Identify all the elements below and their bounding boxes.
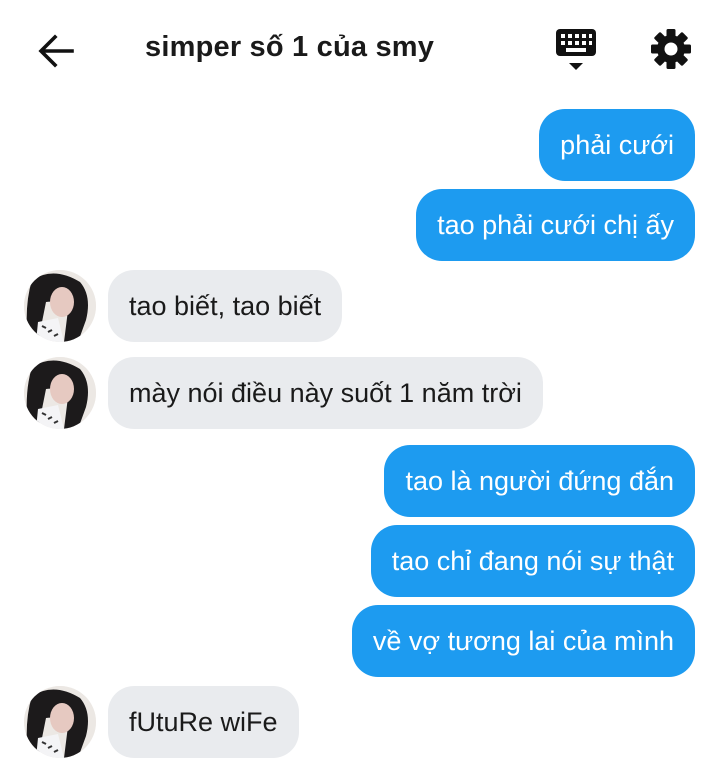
arrow-left-icon	[38, 34, 74, 68]
avatar-photo-icon	[24, 357, 96, 429]
outgoing-message[interactable]: tao phải cưới chị ấy	[416, 189, 695, 261]
keyboard-button[interactable]	[553, 26, 599, 74]
incoming-message[interactable]: tao biết, tao biết	[108, 270, 343, 342]
conversation-title: simper số 1 của smy	[145, 31, 435, 63]
outgoing-message[interactable]: tao chỉ đang nói sự thật	[370, 525, 695, 597]
contact-avatar[interactable]	[24, 686, 96, 758]
contact-avatar[interactable]	[24, 270, 96, 342]
back-button[interactable]	[30, 28, 82, 74]
contact-avatar[interactable]	[24, 357, 96, 429]
incoming-message[interactable]: mày nói điều này suốt 1 năm trời	[108, 357, 543, 429]
chat-header: simper số 1 của smy	[0, 0, 720, 100]
keyboard-icon	[556, 29, 596, 70]
settings-button[interactable]	[648, 26, 694, 72]
incoming-message[interactable]: fUtuRe wiFe	[108, 686, 299, 758]
avatar-photo-icon	[24, 686, 96, 758]
gear-icon	[651, 29, 691, 69]
outgoing-message[interactable]: phải cưới	[539, 109, 695, 181]
outgoing-message[interactable]: tao là người đứng đắn	[384, 445, 695, 517]
outgoing-message[interactable]: về vợ tương lai của mình	[351, 605, 695, 677]
avatar-photo-icon	[24, 270, 96, 342]
